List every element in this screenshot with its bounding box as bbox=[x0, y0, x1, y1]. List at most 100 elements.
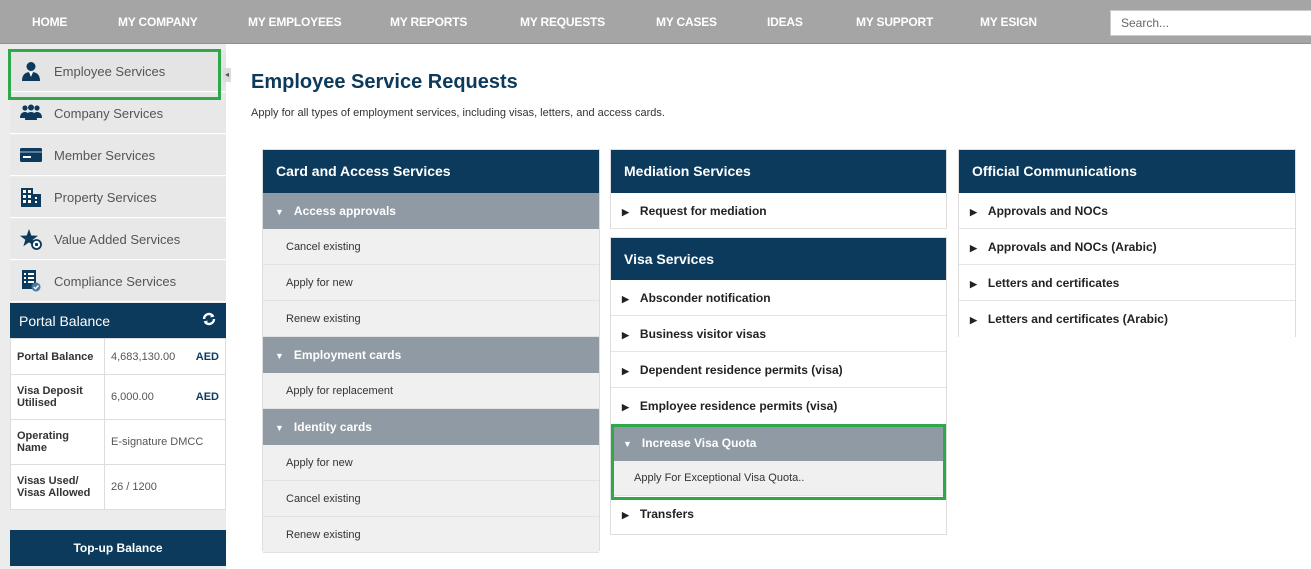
link-label: Approvals and NOCs bbox=[987, 204, 1108, 218]
link-label: Employee residence permits (visa) bbox=[639, 399, 838, 413]
nav-my-cases[interactable]: MY CASES bbox=[656, 0, 717, 44]
nav-ideas[interactable]: IDEAS bbox=[767, 0, 803, 44]
star-gear-icon bbox=[20, 228, 42, 250]
mediation-panel: Mediation Services ▶ Request for mediatio… bbox=[610, 149, 947, 229]
list-item[interactable]: ▶ Transfers bbox=[611, 496, 946, 532]
group-icon bbox=[20, 102, 42, 124]
nav-my-employees[interactable]: MY EMPLOYEES bbox=[248, 0, 342, 44]
balance-value-cell: 4,683,130.00 AED bbox=[104, 338, 226, 375]
group-label: Identity cards bbox=[293, 420, 372, 434]
link-label: Letters and certificates (Arabic) bbox=[987, 312, 1168, 326]
caret-down-icon: ▼ bbox=[275, 423, 284, 433]
triangle-right-icon: ▶ bbox=[622, 402, 629, 412]
search-input[interactable] bbox=[1110, 10, 1311, 36]
list-item[interactable]: ▶ Absconder notification bbox=[611, 280, 946, 316]
table-row: Portal Balance 4,683,130.00 AED bbox=[10, 338, 226, 375]
group-access-approvals[interactable]: ▼ Access approvals bbox=[263, 193, 599, 229]
nav-my-reports[interactable]: MY REPORTS bbox=[390, 0, 467, 44]
list-item[interactable]: Apply for new bbox=[263, 445, 599, 481]
link-label: Transfers bbox=[639, 507, 694, 521]
sidebar-item-label: Employee Services bbox=[54, 63, 166, 79]
link-label: Letters and certificates bbox=[987, 276, 1120, 290]
page-subtitle: Apply for all types of employment servic… bbox=[251, 107, 665, 119]
nav-my-requests[interactable]: MY REQUESTS bbox=[520, 0, 605, 44]
list-item[interactable]: ▶ Business visitor visas bbox=[611, 316, 946, 352]
list-item[interactable]: Cancel existing bbox=[263, 229, 599, 265]
list-item[interactable]: ▶ Letters and certificates (Arabic) bbox=[959, 301, 1295, 337]
triangle-right-icon: ▶ bbox=[622, 510, 629, 520]
sidebar-item-label: Member Services bbox=[54, 147, 156, 163]
caret-down-icon: ▼ bbox=[623, 439, 632, 449]
balance-label: Visas Used/ Visas Allowed bbox=[10, 464, 105, 510]
sidebar-item-employee-services[interactable]: Employee Services bbox=[10, 51, 226, 92]
balance-label: Portal Balance bbox=[10, 338, 105, 375]
official-communications-panel: Official Communications ▶ Approvals and N… bbox=[958, 149, 1296, 337]
sidebar-item-member-services[interactable]: Member Services bbox=[10, 135, 226, 176]
sidebar-item-company-services[interactable]: Company Services bbox=[10, 93, 226, 134]
visa-panel: Visa Services ▶ Absconder notification ▶ B… bbox=[610, 237, 947, 535]
table-row: Operating Name E-signature DMCC bbox=[10, 419, 226, 465]
list-item[interactable]: ▶ Approvals and NOCs bbox=[959, 193, 1295, 229]
balance-value: E-signature DMCC bbox=[104, 419, 226, 465]
list-item[interactable]: ▶ Letters and certificates bbox=[959, 265, 1295, 301]
sidebar-item-label: Value Added Services bbox=[54, 231, 181, 247]
sidebar-item-label: Compliance Services bbox=[54, 273, 177, 289]
link-label: Dependent residence permits (visa) bbox=[639, 363, 843, 377]
group-increase-visa-quota[interactable]: ▼ Increase Visa Quota bbox=[611, 425, 946, 461]
sidebar-item-compliance-services[interactable]: Compliance Services bbox=[10, 261, 226, 302]
list-item[interactable]: Apply For Exceptional Visa Quota.. bbox=[611, 461, 946, 496]
balance-value: 6,000.00 bbox=[111, 391, 154, 403]
portal-balance-title: Portal Balance bbox=[19, 312, 111, 329]
triangle-right-icon: ▶ bbox=[622, 207, 629, 217]
collapse-sidebar-button[interactable]: ◂ bbox=[223, 68, 231, 82]
group-employment-cards[interactable]: ▼ Employment cards bbox=[263, 337, 599, 373]
caret-down-icon: ▼ bbox=[275, 351, 284, 361]
nav-my-esign[interactable]: MY ESIGN bbox=[980, 0, 1037, 44]
balance-label: Visa Deposit Utilised bbox=[10, 374, 105, 420]
card-icon bbox=[20, 144, 42, 166]
list-item[interactable]: ▶ Employee residence permits (visa) bbox=[611, 388, 946, 425]
list-item[interactable]: Apply for new bbox=[263, 265, 599, 301]
user-icon bbox=[20, 60, 42, 82]
table-row: Visa Deposit Utilised 6,000.00 AED bbox=[10, 374, 226, 420]
currency-label: AED bbox=[195, 391, 219, 403]
group-identity-cards[interactable]: ▼ Identity cards bbox=[263, 409, 599, 445]
group-label: Access approvals bbox=[293, 204, 396, 218]
group-label: Employment cards bbox=[293, 348, 402, 362]
panel-title: Mediation Services bbox=[611, 150, 946, 193]
triangle-right-icon: ▶ bbox=[970, 207, 977, 217]
nav-home[interactable]: HOME bbox=[32, 0, 67, 44]
currency-label: AED bbox=[195, 350, 219, 363]
sidebar-item-value-added-services[interactable]: Value Added Services bbox=[10, 219, 226, 260]
list-item[interactable]: ▶ Dependent residence permits (visa) bbox=[611, 352, 946, 388]
nav-my-company[interactable]: MY COMPANY bbox=[118, 0, 198, 44]
triangle-right-icon: ▶ bbox=[622, 366, 629, 376]
list-item[interactable]: Renew existing bbox=[263, 301, 599, 337]
balance-table: Portal Balance 4,683,130.00 AED Visa Depo… bbox=[10, 338, 226, 510]
triangle-right-icon: ▶ bbox=[622, 330, 629, 340]
sidebar-item-label: Company Services bbox=[54, 105, 164, 121]
top-up-balance-button[interactable]: Top-up Balance bbox=[10, 530, 226, 566]
sidebar-item-label: Property Services bbox=[54, 189, 157, 205]
list-item[interactable]: Apply for replacement bbox=[263, 373, 599, 409]
list-item[interactable]: ▶ Request for mediation bbox=[611, 193, 946, 229]
panel-title: Card and Access Services bbox=[263, 150, 599, 193]
table-row: Visas Used/ Visas Allowed 26 / 1200 bbox=[10, 464, 226, 510]
link-label: Approvals and NOCs (Arabic) bbox=[987, 240, 1157, 254]
document-icon bbox=[20, 270, 42, 292]
balance-value: 4,683,130.00 bbox=[111, 350, 176, 363]
page-title: Employee Service Requests bbox=[251, 71, 518, 93]
link-label: Absconder notification bbox=[639, 291, 771, 305]
refresh-icon[interactable] bbox=[202, 312, 216, 329]
list-item[interactable]: Cancel existing bbox=[263, 481, 599, 517]
list-item[interactable]: Renew existing bbox=[263, 517, 599, 553]
triangle-right-icon: ▶ bbox=[970, 279, 977, 289]
link-label: Request for mediation bbox=[639, 204, 767, 218]
caret-down-icon: ▼ bbox=[275, 207, 284, 217]
group-label: Increase Visa Quota bbox=[641, 436, 757, 450]
nav-my-support[interactable]: MY SUPPORT bbox=[856, 0, 933, 44]
top-nav-bar: HOME MY COMPANY MY EMPLOYEES MY REPORTS … bbox=[0, 0, 1311, 44]
panel-title: Visa Services bbox=[611, 238, 946, 280]
list-item[interactable]: ▶ Approvals and NOCs (Arabic) bbox=[959, 229, 1295, 265]
sidebar-item-property-services[interactable]: Property Services bbox=[10, 177, 226, 218]
